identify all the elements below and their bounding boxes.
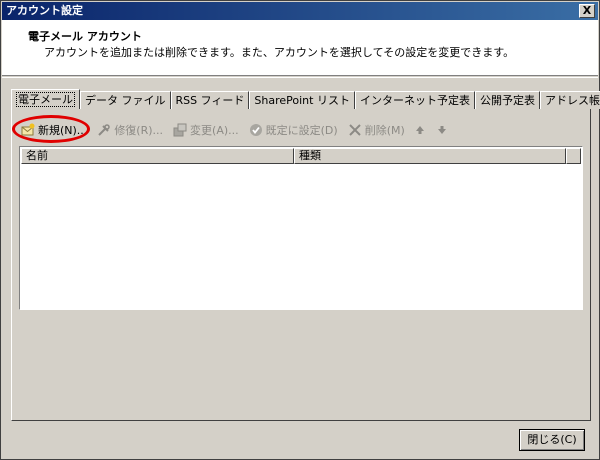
close-dialog-button[interactable]: 閉じる(C): [519, 429, 585, 451]
set-default-button[interactable]: 既定に設定(D): [249, 122, 338, 138]
title-bar: アカウント設定 X: [2, 2, 598, 20]
tab-sharepoint-lists[interactable]: SharePoint リスト: [249, 91, 355, 109]
header-title: 電子メール アカウント: [28, 30, 142, 43]
list-header: 名前 種類: [21, 148, 581, 164]
column-header-filler: [566, 148, 581, 164]
move-up-arrow-icon[interactable]: [415, 125, 425, 135]
tab-email[interactable]: 電子メール: [11, 89, 80, 109]
tab-internet-calendars[interactable]: インターネット予定表: [354, 91, 475, 109]
tab-published-calendars[interactable]: 公開予定表: [474, 91, 540, 109]
change-label: 変更(A)...: [190, 124, 239, 137]
delete-label: 削除(M): [364, 124, 405, 137]
header-description: アカウントを追加または削除できます。また、アカウントを選択してその設定を変更でき…: [44, 46, 515, 59]
delete-button[interactable]: 削除(M): [348, 122, 405, 138]
delete-x-icon: [348, 124, 361, 136]
red-highlight-circle: [12, 115, 90, 143]
column-header-type[interactable]: 種類: [294, 148, 566, 164]
repair-button[interactable]: 修復(R)...: [97, 122, 163, 138]
tab-rss-feeds[interactable]: RSS フィード: [170, 91, 250, 109]
account-list[interactable]: 名前 種類: [19, 146, 583, 310]
window-title: アカウント設定: [6, 4, 83, 17]
account-settings-window: アカウント設定 X 電子メール アカウント アカウントを追加または削除できます。…: [0, 0, 600, 460]
tab-email-label: 電子メール: [16, 92, 75, 107]
column-header-name[interactable]: 名前: [21, 148, 294, 164]
tab-address-books[interactable]: アドレス帳: [539, 91, 600, 109]
checkmark-icon: [249, 124, 262, 136]
window-close-button[interactable]: X: [579, 4, 595, 18]
tools-icon: [98, 124, 111, 136]
set-default-label: 既定に設定(D): [265, 124, 338, 137]
change-settings-icon: [173, 123, 187, 137]
header-divider: [2, 77, 598, 78]
tab-data-files[interactable]: データ ファイル: [80, 91, 171, 109]
dialog-header: 電子メール アカウント アカウントを追加または削除できます。また、アカウントを選…: [2, 20, 598, 76]
tab-strip: 電子メール データ ファイル RSS フィード SharePoint リスト イ…: [11, 89, 600, 109]
repair-label: 修復(R)...: [114, 124, 164, 137]
move-down-arrow-icon[interactable]: [437, 125, 447, 135]
change-button[interactable]: 変更(A)...: [173, 122, 239, 138]
